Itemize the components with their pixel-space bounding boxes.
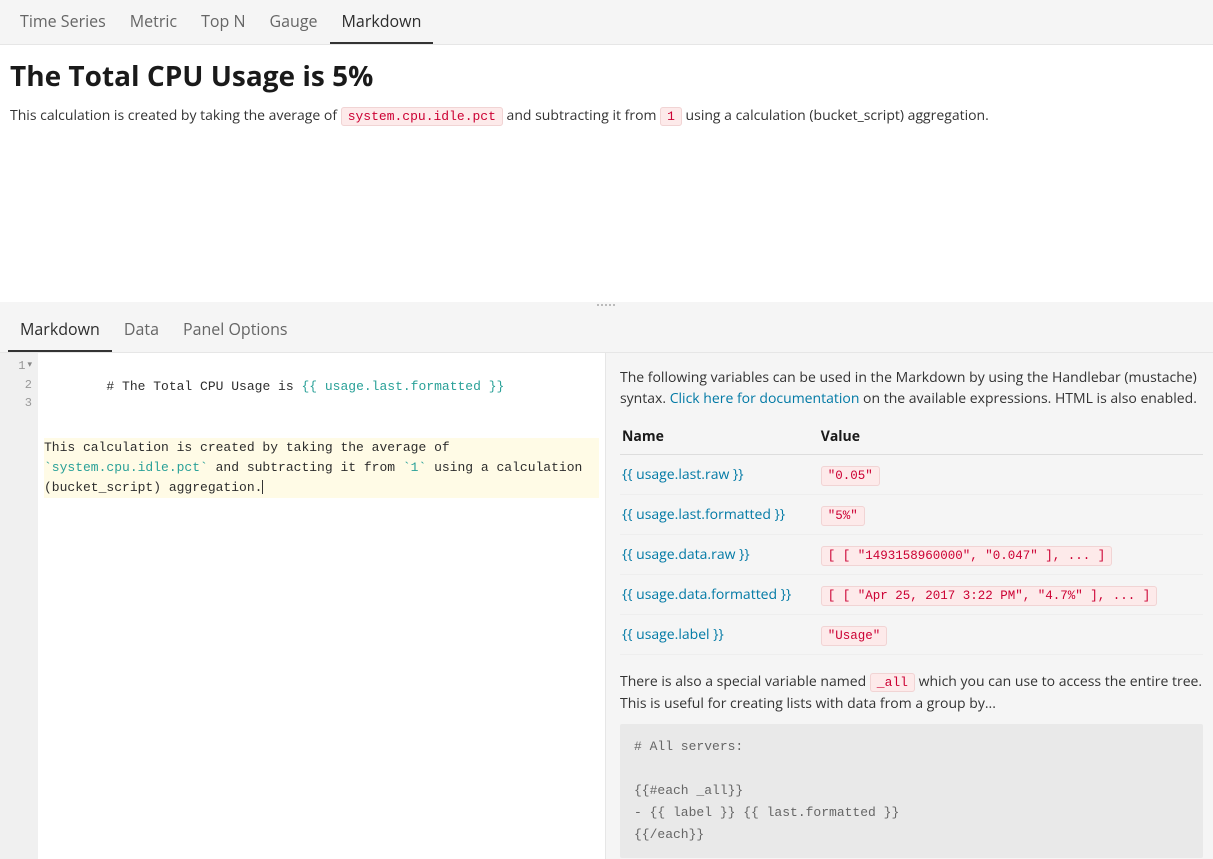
preview-title: The Total CPU Usage is 5% [10, 57, 1203, 95]
variables-help-pane: The following variables can be used in t… [606, 353, 1213, 859]
preview-code-metric: system.cpu.idle.pct [341, 107, 503, 126]
variable-value: [ [ "Apr 25, 2017 3:22 PM", "4.7%" ], ..… [821, 586, 1158, 606]
code-backtick: `system.cpu.idle.pct` [44, 460, 208, 475]
table-row: {{ usage.data.raw }} [ [ "1493158960000"… [620, 535, 1203, 575]
table-row: {{ usage.last.formatted }} "5%" [620, 495, 1203, 535]
variable-value: [ [ "1493158960000", "0.047" ], ... ] [821, 546, 1113, 566]
preview-text: This calculation is created by taking th… [10, 106, 341, 125]
editor-gutter: 1▾ 2 3 [0, 353, 38, 859]
variable-name[interactable]: {{ usage.label }} [622, 625, 724, 644]
help-text: on the available expressions. HTML is al… [859, 389, 1196, 408]
editor-content[interactable]: # The Total CPU Usage is {{ usage.last.f… [38, 353, 605, 859]
documentation-link[interactable]: Click here for documentation [670, 389, 860, 408]
code-text: This calculation is created by taking th… [44, 440, 457, 455]
editor-subtabs: Markdown Data Panel Options [0, 308, 1213, 353]
subtab-markdown[interactable]: Markdown [8, 308, 112, 352]
preview-text: and subtracting it from [503, 106, 660, 125]
table-header-value: Value [819, 419, 1203, 455]
variable-value: "5%" [821, 506, 865, 526]
variable-name[interactable]: {{ usage.data.raw }} [622, 545, 750, 564]
code-backtick: `1` [403, 460, 426, 475]
variable-value: "0.05" [821, 466, 880, 486]
code-text: and subtracting it from [208, 460, 403, 475]
table-row: {{ usage.last.raw }} "0.05" [620, 455, 1203, 495]
subtab-data[interactable]: Data [112, 308, 171, 352]
subtab-panel-options[interactable]: Panel Options [171, 308, 300, 352]
editor-cursor [262, 480, 263, 494]
markdown-preview: The Total CPU Usage is 5% This calculati… [0, 45, 1213, 302]
table-header-name: Name [620, 419, 819, 455]
table-row: {{ usage.label }} "Usage" [620, 615, 1203, 655]
table-row: {{ usage.data.formatted }} [ [ "Apr 25, … [620, 575, 1203, 615]
tab-markdown[interactable]: Markdown [330, 0, 434, 44]
variable-name[interactable]: {{ usage.last.formatted }} [622, 505, 785, 524]
code-variable: {{ usage.last.formatted }} [301, 379, 504, 394]
fold-icon[interactable]: ▾ [27, 359, 32, 373]
tab-metric[interactable]: Metric [118, 0, 189, 44]
variable-name[interactable]: {{ usage.data.formatted }} [622, 585, 791, 604]
preview-code-one: 1 [660, 107, 682, 126]
help-intro: The following variables can be used in t… [620, 367, 1203, 409]
help-footer: There is also a special variable named _… [620, 671, 1203, 714]
code-text: # The Total CPU Usage is [106, 379, 301, 394]
tab-gauge[interactable]: Gauge [258, 0, 330, 44]
example-code-block: # All servers: {{#each _all}} - {{ label… [620, 724, 1203, 858]
tab-top-n[interactable]: Top N [189, 0, 257, 44]
editor-split: 1▾ 2 3 # The Total CPU Usage is {{ usage… [0, 353, 1213, 859]
variable-name[interactable]: {{ usage.last.raw }} [622, 465, 743, 484]
help-text: There is also a special variable named [620, 672, 870, 691]
visualization-type-tabs: Time Series Metric Top N Gauge Markdown [0, 0, 1213, 45]
variables-table: Name Value {{ usage.last.raw }} "0.05" {… [620, 419, 1203, 655]
preview-text: using a calculation (bucket_script) aggr… [682, 106, 989, 125]
preview-description: This calculation is created by taking th… [10, 105, 1203, 128]
editor-area: Markdown Data Panel Options 1▾ 2 3 # The… [0, 308, 1213, 859]
tab-time-series[interactable]: Time Series [8, 0, 118, 44]
markdown-editor[interactable]: 1▾ 2 3 # The Total CPU Usage is {{ usage… [0, 353, 606, 859]
all-variable-code: _all [870, 673, 915, 692]
variable-value: "Usage" [821, 626, 888, 646]
